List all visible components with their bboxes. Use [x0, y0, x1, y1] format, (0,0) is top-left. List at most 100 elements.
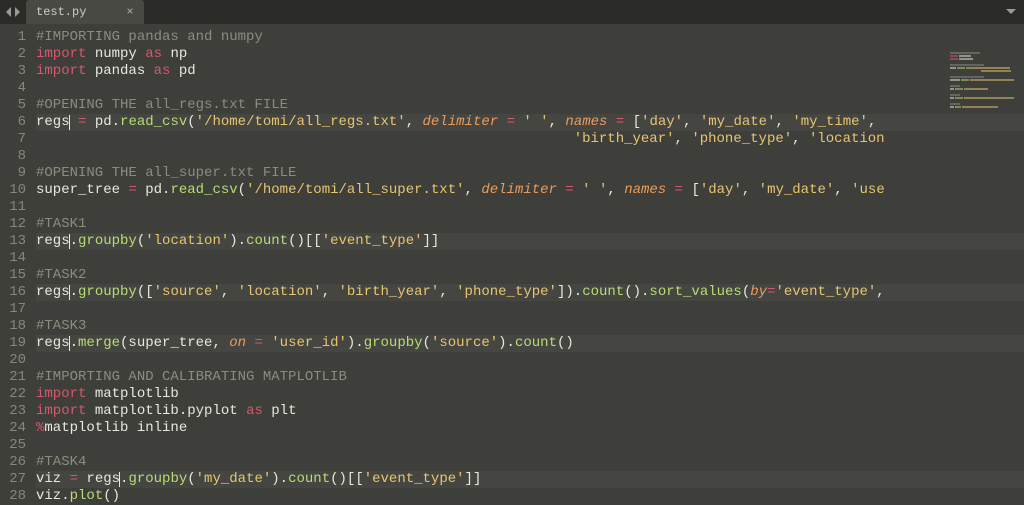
tab-filename: test.py	[36, 5, 86, 19]
token: =	[507, 114, 515, 130]
token: ,	[834, 182, 851, 198]
code-line[interactable]: #TASK1	[36, 216, 1024, 233]
token: pandas	[86, 63, 153, 79]
token: (	[187, 114, 195, 130]
token: ,	[322, 284, 339, 300]
token: ).	[271, 471, 288, 487]
token	[498, 114, 506, 130]
code-line[interactable]: import numpy as np	[36, 46, 1024, 63]
line-number: 13	[6, 233, 26, 250]
token: 'my_time'	[792, 114, 868, 130]
code-line[interactable]	[36, 80, 1024, 97]
token: names	[565, 114, 607, 130]
token: ]]	[465, 471, 482, 487]
code-line[interactable]	[36, 301, 1024, 318]
code-line[interactable]: regs.merge(super_tree, on = 'user_id').g…	[36, 335, 1024, 352]
token: #IMPORTING pandas and numpy	[36, 29, 263, 45]
token: regs	[36, 233, 70, 249]
token: matplotlib inline	[44, 420, 187, 436]
token: 'event_type'	[322, 233, 423, 249]
code-line[interactable]: #OPENING THE all_super.txt FILE	[36, 165, 1024, 182]
token: import	[36, 63, 86, 79]
token: read_csv	[120, 114, 187, 130]
token: import	[36, 403, 86, 419]
token: 'birth_year'	[339, 284, 440, 300]
token: regs	[36, 114, 70, 130]
code-line[interactable]	[36, 437, 1024, 454]
code-line[interactable]: regs.groupby('location').count()[['event…	[36, 233, 1024, 250]
tab-bar: test.py ×	[0, 0, 1024, 24]
token: =	[675, 182, 683, 198]
token: (	[423, 335, 431, 351]
editor[interactable]: 1234567891011121314151617181920212223242…	[0, 24, 1024, 504]
line-number: 5	[6, 97, 26, 114]
line-number: 24	[6, 420, 26, 437]
token: names	[624, 182, 666, 198]
code-line[interactable]	[36, 352, 1024, 369]
token: plot	[70, 488, 104, 504]
code-line[interactable]: import matplotlib.pyplot as plt	[36, 403, 1024, 420]
code-line[interactable]: viz = regs.groupby('my_date').count()[['…	[36, 471, 1024, 488]
code-area[interactable]: #IMPORTING pandas and numpyimport numpy …	[36, 24, 1024, 504]
token: regs	[36, 335, 70, 351]
token: ,	[683, 114, 700, 130]
tab-nav[interactable]	[0, 7, 26, 17]
token: ).	[229, 233, 246, 249]
chevron-left-icon	[6, 7, 12, 17]
token: 'my_date'	[196, 471, 272, 487]
line-number: 17	[6, 301, 26, 318]
token: np	[162, 46, 187, 62]
token: viz	[36, 471, 70, 487]
token: ()[[	[288, 233, 322, 249]
code-line[interactable]: regs.groupby(['source', 'location', 'bir…	[36, 284, 1024, 301]
token: import	[36, 386, 86, 402]
token: as	[154, 63, 171, 79]
code-line[interactable]	[36, 148, 1024, 165]
token: ,	[742, 182, 759, 198]
token: #TASK4	[36, 454, 86, 470]
code-line[interactable]: #TASK3	[36, 318, 1024, 335]
token: matplotlib	[86, 403, 178, 419]
code-line[interactable]	[36, 250, 1024, 267]
line-number: 15	[6, 267, 26, 284]
token: ()[[	[330, 471, 364, 487]
code-line[interactable]: viz.plot()	[36, 488, 1024, 504]
code-line[interactable]: super_tree = pd.read_csv('/home/tomi/all…	[36, 182, 1024, 199]
token: #OPENING THE all_regs.txt FILE	[36, 97, 288, 113]
code-line[interactable]: #TASK4	[36, 454, 1024, 471]
code-line[interactable]	[36, 199, 1024, 216]
tab-close-icon[interactable]: ×	[126, 5, 133, 19]
code-line[interactable]: %matplotlib inline	[36, 420, 1024, 437]
token: #OPENING THE all_super.txt FILE	[36, 165, 296, 181]
code-line[interactable]: 'birth_year', 'phone_type', 'location	[36, 131, 1024, 148]
code-line[interactable]: import pandas as pd	[36, 63, 1024, 80]
line-number: 21	[6, 369, 26, 386]
token: ,	[549, 114, 566, 130]
code-line[interactable]: #TASK2	[36, 267, 1024, 284]
token: read_csv	[170, 182, 237, 198]
token: =	[616, 114, 624, 130]
token: 'event_type'	[364, 471, 465, 487]
line-number: 4	[6, 80, 26, 97]
line-number: 11	[6, 199, 26, 216]
token: ).	[498, 335, 515, 351]
code-line[interactable]: regs = pd.read_csv('/home/tomi/all_regs.…	[36, 114, 1024, 131]
token: ,	[868, 114, 876, 130]
code-line[interactable]: import matplotlib	[36, 386, 1024, 403]
token: 'use	[851, 182, 885, 198]
token: ,	[439, 284, 456, 300]
code-line[interactable]: #OPENING THE all_regs.txt FILE	[36, 97, 1024, 114]
token	[36, 131, 574, 147]
tab-overflow[interactable]	[998, 4, 1024, 20]
token: '/home/tomi/all_regs.txt'	[196, 114, 406, 130]
code-line[interactable]: #IMPORTING AND CALIBRATING MATPLOTLIB	[36, 369, 1024, 386]
line-number: 25	[6, 437, 26, 454]
token: .	[112, 114, 120, 130]
line-number: 2	[6, 46, 26, 63]
code-line[interactable]: #IMPORTING pandas and numpy	[36, 29, 1024, 46]
line-number: 23	[6, 403, 26, 420]
token: matplotlib	[86, 386, 178, 402]
line-gutter: 1234567891011121314151617181920212223242…	[0, 24, 36, 504]
tab-file[interactable]: test.py ×	[26, 0, 144, 24]
token: '/home/tomi/all_super.txt'	[246, 182, 464, 198]
